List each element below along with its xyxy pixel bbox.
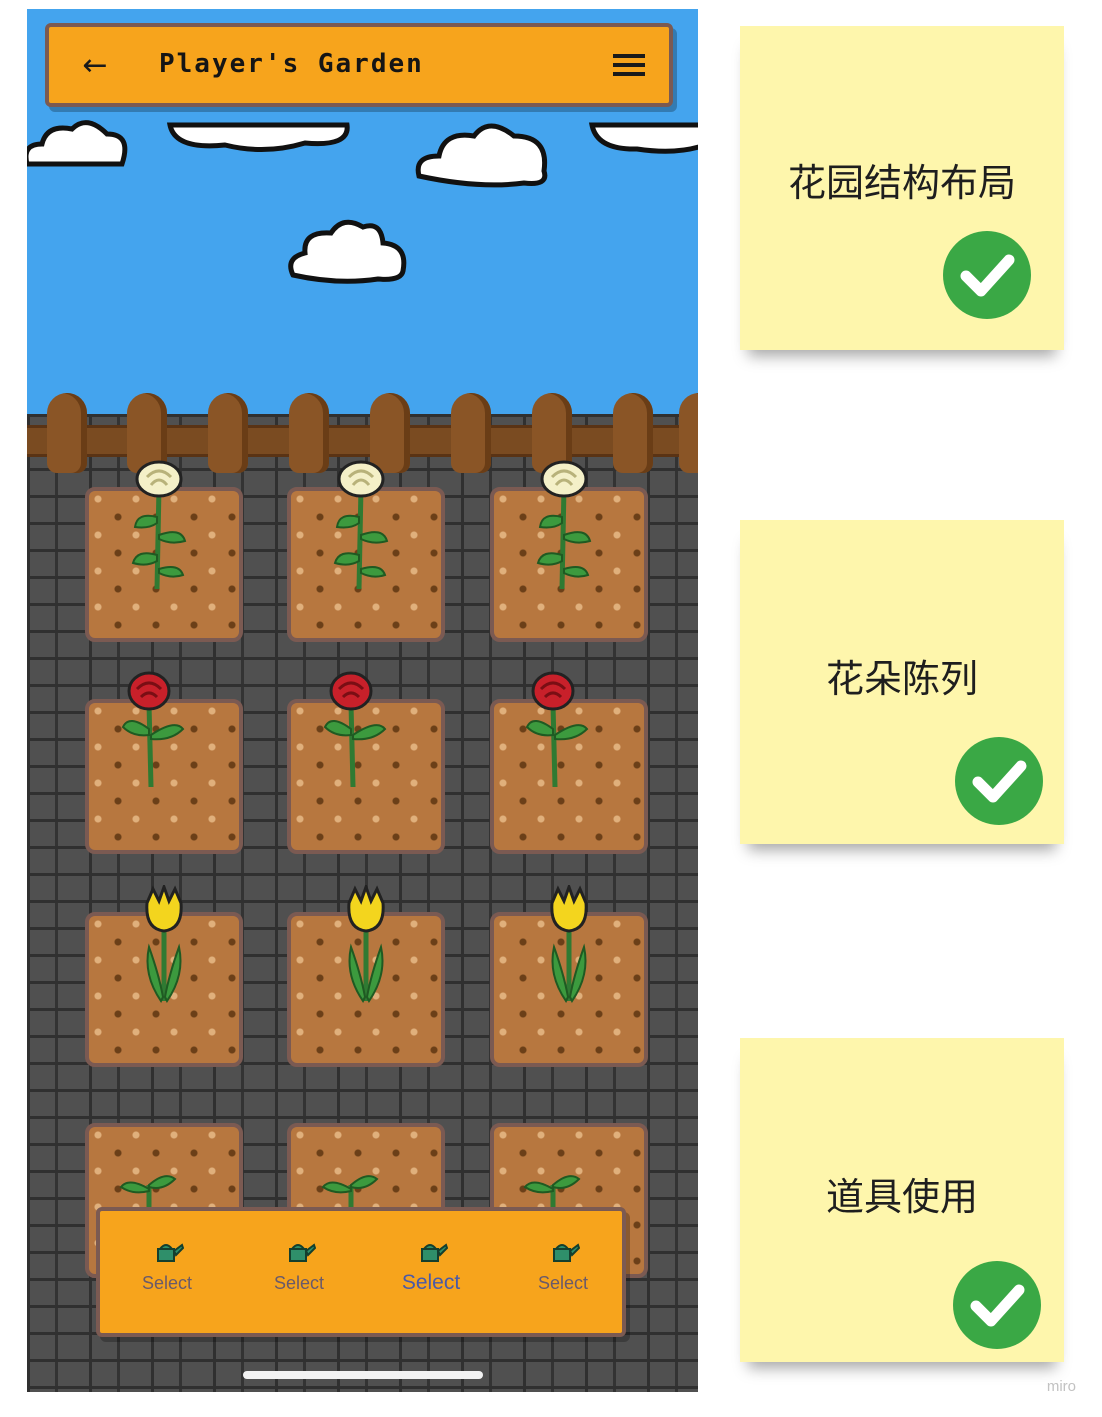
- tool-label: Select: [537, 1273, 589, 1293]
- cloud-icon: [415, 123, 548, 188]
- hamburger-menu-icon[interactable]: [613, 51, 645, 81]
- watering-can-icon: [553, 1243, 580, 1262]
- sticky-note[interactable]: 道具使用: [740, 1038, 1064, 1362]
- arrow-left-icon[interactable]: ←: [75, 47, 115, 87]
- watering-can-icon: [157, 1243, 184, 1262]
- fence-post: [47, 393, 87, 473]
- cloud-icon: [166, 122, 350, 152]
- fence-post: [451, 393, 491, 473]
- tool-select-button[interactable]: Select: [244, 1239, 354, 1319]
- white-rose-icon: [333, 460, 389, 590]
- red-rose-icon: [323, 671, 387, 788]
- red-rose-icon: [121, 671, 185, 788]
- check-circle-icon: [953, 1261, 1041, 1349]
- note-text: 花园结构布局: [787, 161, 1016, 205]
- cloud-icon: [288, 219, 407, 284]
- tool-bar: Select Select Select Select: [96, 1207, 626, 1337]
- note-text: 道具使用: [825, 1175, 978, 1219]
- watering-can-icon: [421, 1243, 448, 1262]
- app-bar: ← Player's Garden: [45, 23, 673, 107]
- check-circle-icon: [943, 231, 1031, 319]
- sprout-icon: [321, 1175, 379, 1209]
- tool-select-button[interactable]: Select: [508, 1239, 618, 1319]
- page-title: Player's Garden: [159, 49, 424, 79]
- yellow-tulip-icon: [145, 885, 183, 1003]
- tool-label: Select: [401, 1271, 461, 1294]
- phone-screen: ← Player's Garden Select Select Select S…: [27, 9, 698, 1392]
- tool-label: Select: [141, 1273, 193, 1293]
- white-rose-icon: [131, 460, 187, 590]
- tool-label: Select: [273, 1273, 325, 1293]
- home-indicator[interactable]: [243, 1371, 483, 1379]
- sticky-note[interactable]: 花园结构布局: [740, 26, 1064, 350]
- cloud-icon: [588, 122, 698, 154]
- tool-select-button[interactable]: Select: [112, 1239, 222, 1319]
- fence-post: [679, 393, 698, 473]
- yellow-tulip-icon: [347, 885, 385, 1003]
- fence-post: [613, 393, 653, 473]
- note-text: 花朵陈列: [825, 657, 978, 701]
- cloud-icon: [27, 120, 128, 167]
- red-rose-icon: [525, 671, 589, 788]
- sprout-icon: [523, 1175, 581, 1209]
- tool-select-button-active[interactable]: Select: [376, 1239, 486, 1319]
- fence-post: [289, 393, 329, 473]
- watering-can-icon: [289, 1243, 316, 1262]
- fence-post: [208, 393, 248, 473]
- check-circle-icon: [955, 737, 1043, 825]
- sprout-icon: [119, 1175, 177, 1209]
- sticky-note[interactable]: 花朵陈列: [740, 520, 1064, 844]
- white-rose-icon: [536, 460, 592, 590]
- miro-watermark: miro: [1046, 1378, 1076, 1395]
- yellow-tulip-icon: [550, 885, 588, 1003]
